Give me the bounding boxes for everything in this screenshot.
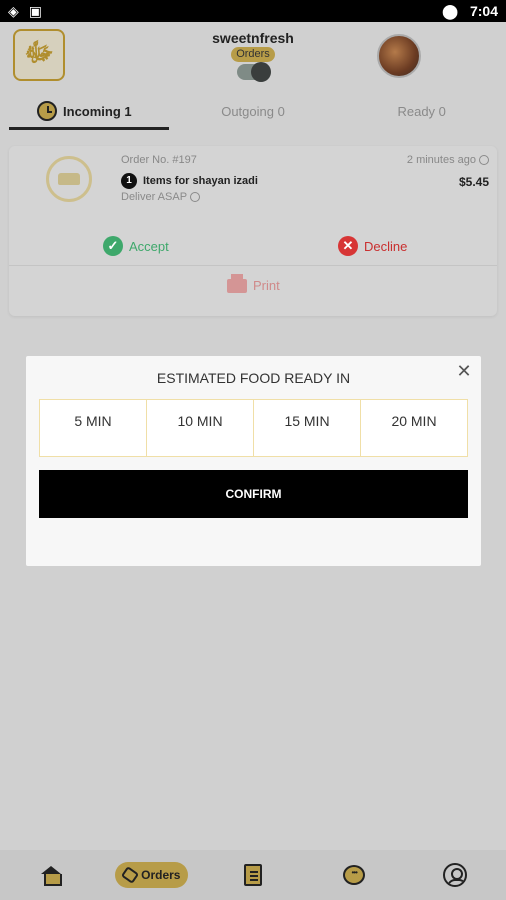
check-icon: ✓ (103, 236, 123, 256)
clock-icon (190, 192, 201, 202)
close-icon: ✕ (338, 236, 358, 256)
time-option-15[interactable]: 15 MIN (254, 399, 361, 457)
status-bar: ◈ ▣ ⬤ 7:04 (0, 0, 506, 22)
accept-button[interactable]: ✓ Accept (103, 236, 169, 256)
location-icon: ⬤ (442, 2, 458, 19)
time-option-10[interactable]: 10 MIN (147, 399, 254, 457)
nav-messages[interactable] (304, 865, 405, 885)
orders-toggle[interactable] (237, 62, 271, 82)
print-label: Print (253, 278, 280, 293)
deliver-info: Deliver ASAP (121, 191, 201, 203)
tab-ready-label: Ready 0 (397, 103, 446, 119)
decline-button[interactable]: ✕ Decline (338, 236, 407, 256)
tab-incoming[interactable]: Incoming 1 (0, 92, 169, 130)
printer-icon (227, 273, 247, 293)
status-time: 7:04 (469, 3, 498, 19)
tab-outgoing[interactable]: Outgoing 0 (169, 92, 338, 130)
car-icon (46, 156, 92, 202)
confirm-button[interactable]: CONFIRM (39, 470, 468, 518)
bottom-nav: Orders (0, 850, 506, 900)
notification-icon: ▣ (28, 2, 43, 19)
store-avatar[interactable] (377, 34, 421, 78)
accept-label: Accept (129, 238, 169, 254)
order-card[interactable]: Order No. #197 1 Items for shayan izadi … (9, 146, 497, 316)
order-price: $5.45 (458, 175, 489, 189)
nav-orders-label: Orders (141, 868, 181, 882)
chat-icon (343, 865, 366, 885)
tab-outgoing-label: Outgoing 0 (221, 103, 285, 119)
tab-ready[interactable]: Ready 0 (337, 92, 506, 130)
user-icon (443, 863, 468, 887)
tab-incoming-label: Incoming 1 (63, 103, 132, 119)
order-number: Order No. #197 (121, 154, 197, 166)
app-screen: ﷻ sweetnfresh Orders Incoming 1 Outgoing… (0, 22, 506, 900)
orders-pill: Orders (115, 862, 189, 888)
time-option-5[interactable]: 5 MIN (39, 399, 147, 457)
deliver-text: Deliver ASAP (121, 191, 188, 203)
nav-menu[interactable] (202, 864, 303, 886)
time-option-20[interactable]: 20 MIN (361, 399, 468, 457)
tag-icon (120, 866, 140, 884)
close-icon[interactable]: ✕ (455, 362, 473, 380)
items-text: Items for shayan izadi (143, 175, 258, 187)
order-time: 2 minutes ago (407, 154, 489, 166)
nav-orders[interactable]: Orders (101, 862, 202, 888)
decline-label: Decline (364, 238, 408, 254)
orders-badge: Orders (231, 47, 275, 62)
ready-time-dialog: ESTIMATED FOOD READY IN ✕ 5 MIN 10 MIN 1… (26, 356, 481, 566)
order-actions: ✓ Accept ✕ Decline (9, 226, 497, 266)
time-options: 5 MIN 10 MIN 15 MIN 20 MIN (39, 399, 468, 457)
clipboard-icon (244, 864, 262, 886)
clock-icon (479, 155, 489, 165)
signal-icon: ◈ (8, 2, 19, 19)
time-ago-text: 2 minutes ago (406, 154, 476, 166)
toggle-knob (251, 62, 271, 82)
clock-icon (37, 101, 58, 121)
dialog-title: ESTIMATED FOOD READY IN (156, 370, 351, 386)
print-button[interactable]: Print (227, 273, 280, 293)
app-header: ﷻ sweetnfresh Orders (0, 22, 506, 92)
home-icon (40, 866, 62, 886)
order-items: 1 Items for shayan izadi (121, 173, 258, 189)
nav-profile[interactable] (405, 863, 506, 887)
nav-home[interactable] (0, 866, 101, 886)
order-tabs: Incoming 1 Outgoing 0 Ready 0 (0, 92, 506, 130)
store-name: sweetnfresh (212, 30, 294, 46)
item-count-badge: 1 (121, 173, 137, 189)
